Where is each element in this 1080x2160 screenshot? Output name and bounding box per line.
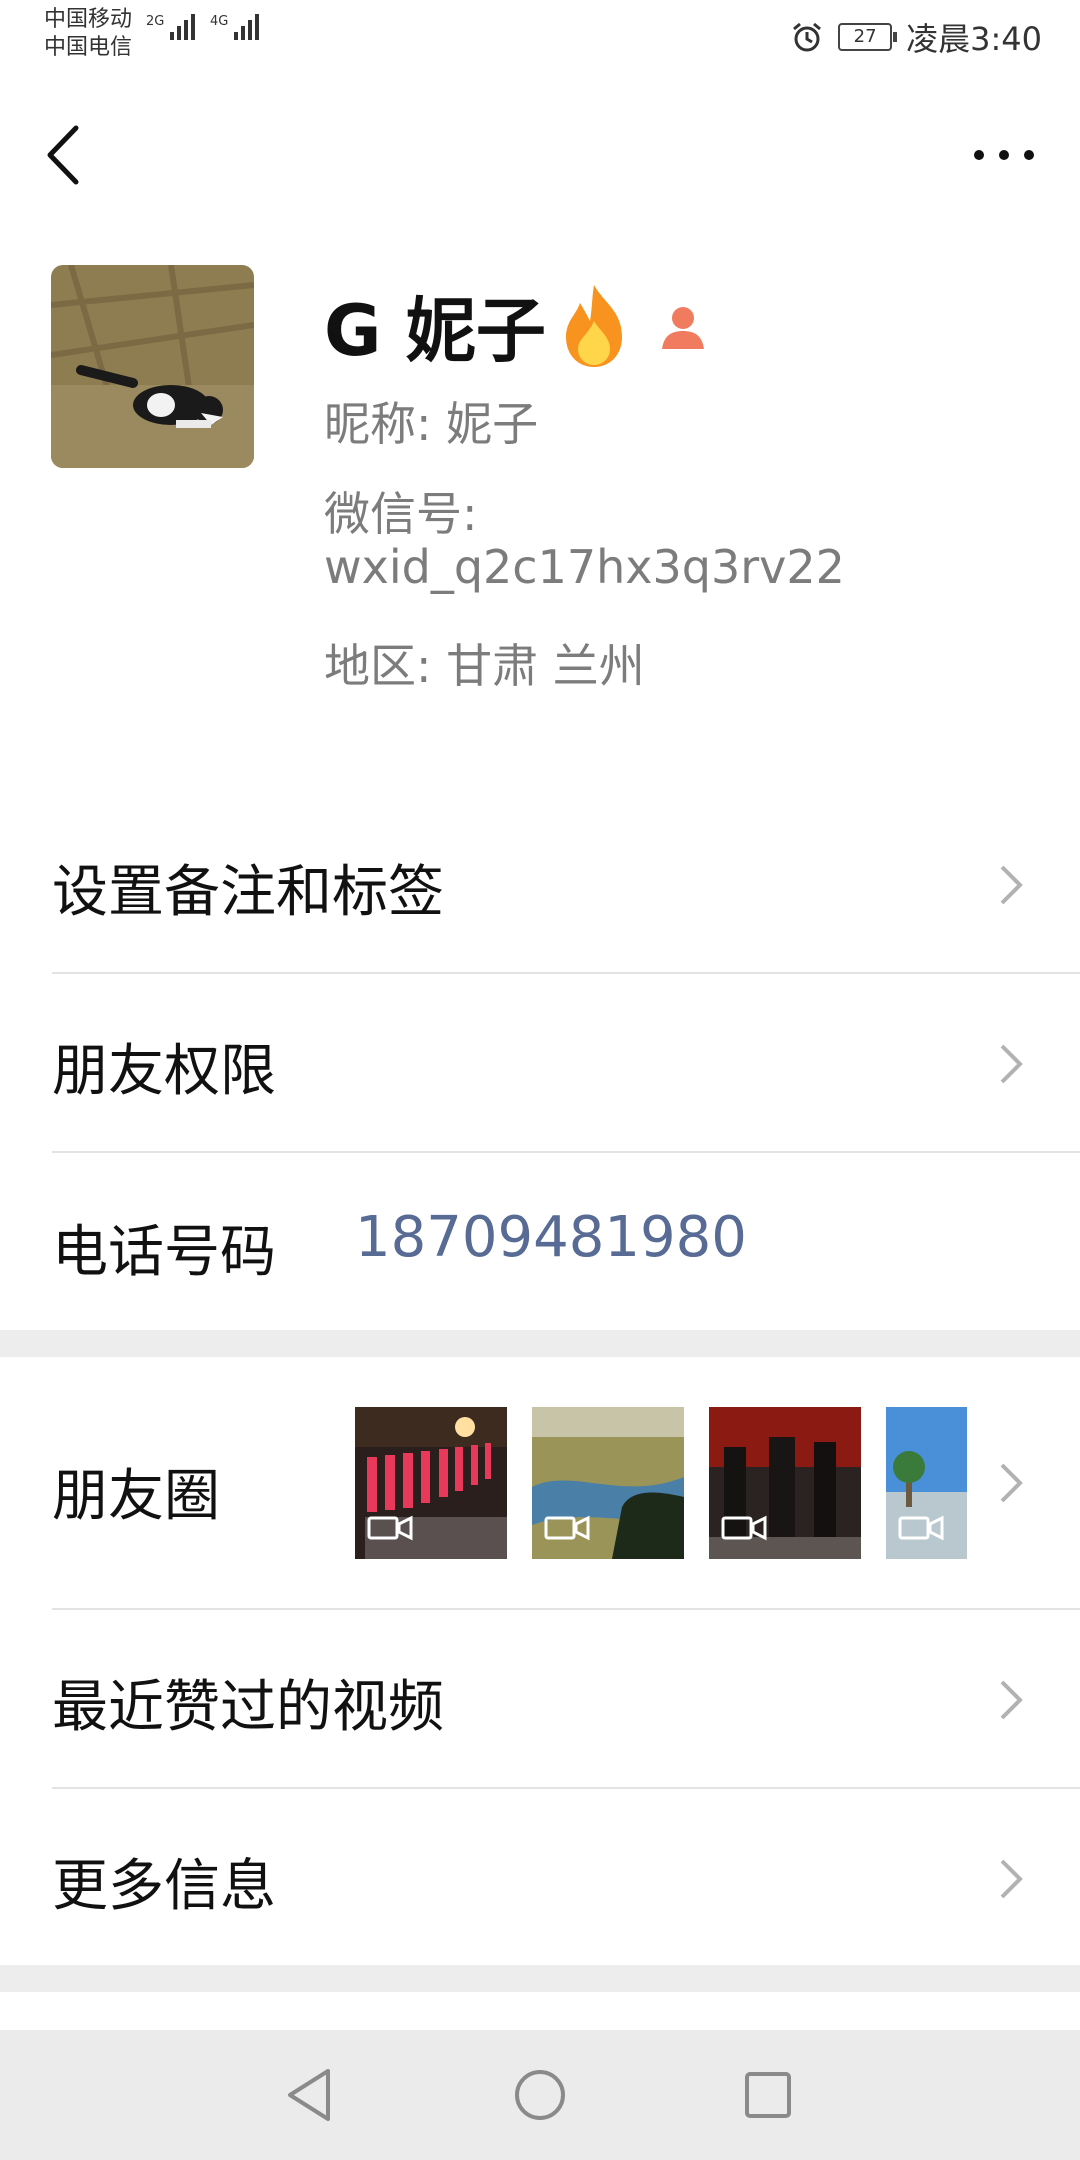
avatar[interactable] bbox=[51, 265, 254, 468]
status-bar: 中国移动 中国电信 2G 4G 27 凌晨3:40 bbox=[0, 0, 1080, 70]
back-arrow-icon[interactable] bbox=[36, 120, 92, 190]
wechat-id[interactable]: wxid_q2c17hx3q3rv22 bbox=[324, 540, 845, 594]
top-bar bbox=[0, 70, 1080, 230]
chevron-right-icon bbox=[1000, 1044, 1023, 1084]
region: 地区: 甘肃 兰州 bbox=[324, 639, 645, 693]
carrier-2: 中国电信 bbox=[44, 35, 133, 60]
social-section: 朋友圈 最近赞过的视频 更多信息 bbox=[0, 1357, 1080, 1965]
more-info-row[interactable]: 更多信息 bbox=[0, 1789, 1080, 1965]
video-icon bbox=[898, 1515, 944, 1541]
remark-tags-row[interactable]: 设置备注和标签 bbox=[0, 795, 1080, 973]
signal-1-icon: 2G bbox=[146, 14, 196, 40]
moment-thumbnail[interactable] bbox=[355, 1407, 507, 1559]
profile-card: G 妮子 昵称: 妮子 微信号: wxid_q2c17hx3q3rv22 地区:… bbox=[0, 230, 1080, 795]
chevron-right-icon bbox=[1000, 1680, 1023, 1720]
display-name: G 妮子 bbox=[324, 290, 546, 372]
phone-row: 电话号码 18709481980 bbox=[0, 1153, 1080, 1330]
fire-icon bbox=[565, 284, 622, 367]
more-info-label: 更多信息 bbox=[52, 1854, 276, 1919]
phone-number-link[interactable]: 18709481980 bbox=[355, 1205, 747, 1270]
friend-permissions-row[interactable]: 朋友权限 bbox=[0, 974, 1080, 1152]
chevron-right-icon bbox=[1000, 865, 1023, 905]
battery-indicator: 27 bbox=[838, 23, 898, 51]
contact-settings-section: 设置备注和标签 朋友权限 电话号码 18709481980 bbox=[0, 795, 1080, 1330]
remark-tags-label: 设置备注和标签 bbox=[52, 860, 444, 925]
moment-thumbnail[interactable] bbox=[886, 1407, 967, 1559]
chevron-right-icon bbox=[1000, 1859, 1023, 1899]
moments-row[interactable]: 朋友圈 bbox=[0, 1357, 1080, 1609]
video-icon bbox=[721, 1515, 767, 1541]
system-nav-bar bbox=[0, 2030, 1080, 2160]
next-section-peek bbox=[0, 1992, 1080, 2030]
phone-label: 电话号码 bbox=[52, 1220, 276, 1285]
liked-videos-row[interactable]: 最近赞过的视频 bbox=[0, 1610, 1080, 1787]
video-icon bbox=[544, 1515, 590, 1541]
moment-thumbnail[interactable] bbox=[709, 1407, 861, 1559]
network-type-1: 2G bbox=[146, 14, 165, 29]
square-recent-icon[interactable] bbox=[743, 2070, 793, 2120]
triangle-back-icon[interactable] bbox=[284, 2067, 334, 2123]
moments-thumbnails bbox=[355, 1407, 967, 1559]
carrier-labels: 中国移动 中国电信 bbox=[44, 6, 132, 62]
wechat-id-label: 微信号: bbox=[324, 487, 478, 541]
moment-thumbnail[interactable] bbox=[532, 1407, 684, 1559]
carrier-1: 中国移动 bbox=[44, 7, 133, 32]
video-icon bbox=[367, 1515, 413, 1541]
network-type-2: 4G bbox=[210, 14, 229, 29]
alarm-icon bbox=[793, 22, 822, 52]
signal-2-icon: 4G bbox=[210, 14, 260, 40]
clock: 凌晨3:40 bbox=[906, 20, 1042, 58]
chevron-right-icon bbox=[1000, 1463, 1023, 1503]
liked-videos-label: 最近赞过的视频 bbox=[52, 1675, 444, 1740]
friend-permissions-label: 朋友权限 bbox=[52, 1039, 276, 1104]
circle-home-icon[interactable] bbox=[512, 2067, 568, 2123]
more-dots-icon[interactable] bbox=[964, 130, 1044, 180]
female-user-icon bbox=[661, 306, 704, 349]
moments-label: 朋友圈 bbox=[52, 1464, 220, 1529]
nickname: 昵称: 妮子 bbox=[324, 397, 539, 451]
